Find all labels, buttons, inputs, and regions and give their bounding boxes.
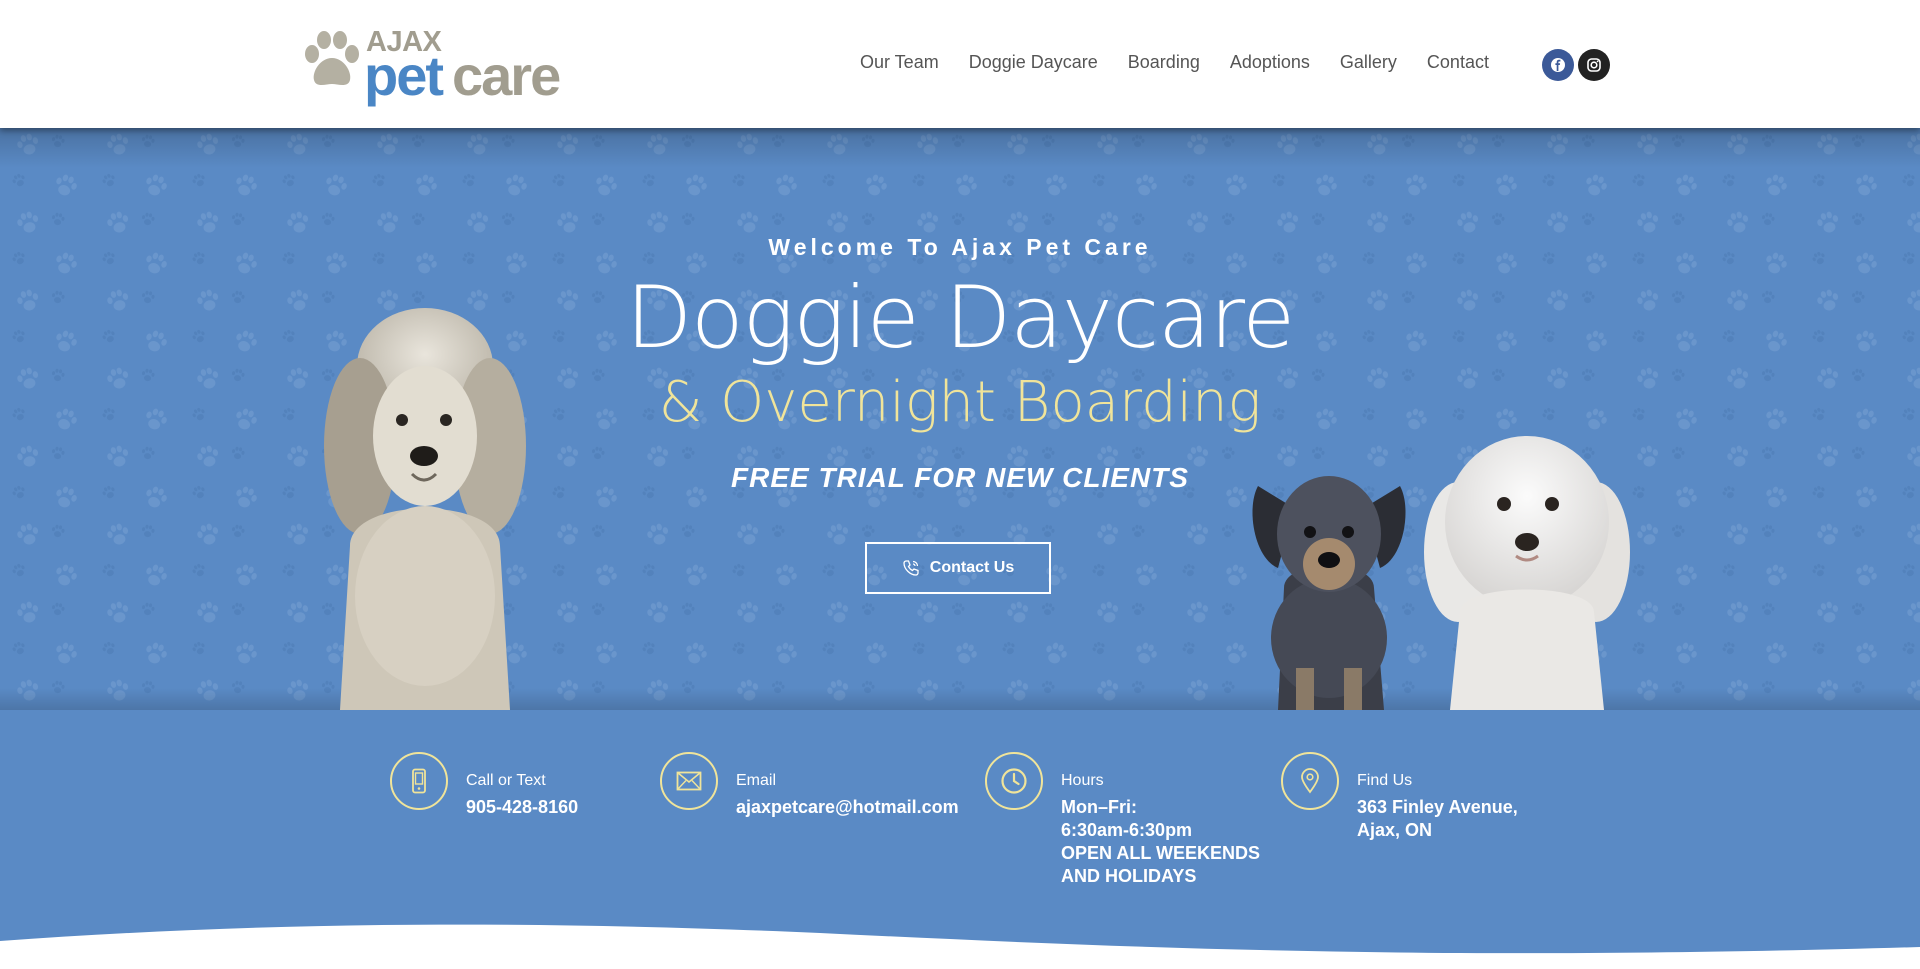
logo-pet-text: pet xyxy=(364,44,444,107)
contact-us-button[interactable]: Contact Us xyxy=(865,542,1051,594)
nav-gallery[interactable]: Gallery xyxy=(1340,52,1397,73)
hero-top-shadow xyxy=(0,128,1920,168)
clock-icon xyxy=(985,752,1043,810)
social-links xyxy=(1542,49,1610,81)
nav-boarding[interactable]: Boarding xyxy=(1128,52,1200,73)
hero-subtitle: & Overnight Boarding xyxy=(658,370,1262,435)
phone-icon xyxy=(903,560,919,576)
logo[interactable]: AJAX pet care xyxy=(302,24,572,108)
hours-line-2: 6:30am-6:30pm xyxy=(1061,820,1193,840)
email-address[interactable]: ajaxpetcare@hotmail.com xyxy=(736,796,959,819)
hours-line-3: OPEN ALL WEEKENDS xyxy=(1061,843,1261,863)
paw-logo-icon xyxy=(305,31,359,85)
logo-care-text: care xyxy=(452,44,561,107)
dachshund-photo xyxy=(1252,476,1406,710)
hero-welcome: Welcome To Ajax Pet Care xyxy=(768,234,1152,260)
contact-info-bar: Call or Text 905-428-8160 Email ajaxpetc… xyxy=(0,710,1920,969)
site-header: AJAX pet care Our Team Doggie Daycare Bo… xyxy=(0,0,1920,128)
hero-title: Doggie Daycare xyxy=(625,268,1295,368)
address-line-2[interactable]: Ajax, ON xyxy=(1357,819,1518,842)
address-line-1[interactable]: 363 Finley Avenue, xyxy=(1357,796,1518,819)
phone-mobile-icon xyxy=(390,752,448,810)
nav-our-team[interactable]: Our Team xyxy=(860,52,939,73)
hours-label: Hours xyxy=(1061,772,1104,789)
wave-divider xyxy=(0,924,1920,969)
find-us-label: Find Us xyxy=(1357,772,1413,789)
map-pin-icon xyxy=(1281,752,1339,810)
location-info: Find Us 363 Finley Avenue, Ajax, ON xyxy=(1281,752,1518,842)
hero-bottom-shadow xyxy=(0,688,1920,710)
nav-doggie-daycare[interactable]: Doggie Daycare xyxy=(969,52,1098,73)
envelope-icon xyxy=(660,752,718,810)
email-label: Email xyxy=(736,772,777,789)
call-info: Call or Text 905-428-8160 xyxy=(390,752,578,819)
email-info: Email ajaxpetcare@hotmail.com xyxy=(660,752,959,819)
phone-number[interactable]: 905-428-8160 xyxy=(466,796,578,819)
hours-line-1: Mon–Fri: xyxy=(1061,797,1137,817)
instagram-icon[interactable] xyxy=(1578,49,1610,81)
nav-contact[interactable]: Contact xyxy=(1427,52,1489,73)
facebook-icon[interactable] xyxy=(1542,49,1574,81)
main-nav: Our Team Doggie Daycare Boarding Adoptio… xyxy=(860,52,1519,73)
hours-line-4: AND HOLIDAYS xyxy=(1061,866,1197,886)
free-trial-text: FREE TRIAL FOR NEW CLIENTS xyxy=(731,462,1189,493)
contact-us-label: Contact Us xyxy=(929,559,1015,576)
hours-info: Hours Mon–Fri: 6:30am-6:30pm OPEN ALL WE… xyxy=(985,752,1260,888)
call-label: Call or Text xyxy=(466,772,546,789)
nav-adoptions[interactable]: Adoptions xyxy=(1230,52,1310,73)
